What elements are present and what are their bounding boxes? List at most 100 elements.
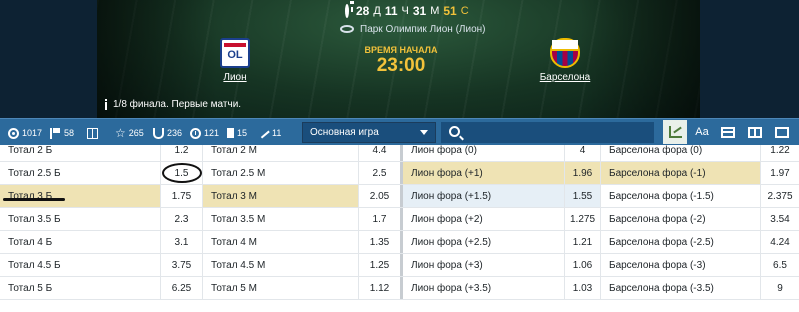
total-under-odds[interactable]: 1.12 [358,277,400,299]
total-under-odds[interactable]: 2.5 [358,162,400,184]
total-under-label-text: Тотал 2.5 М [211,167,266,179]
total-under-odds-text: 1.7 [372,213,387,225]
lyon-logo [220,38,250,68]
layout-single-button[interactable] [716,120,740,144]
start-time: 23:00 [376,55,426,76]
cards-icon [227,128,234,138]
total-over-label-text: Тотал 4.5 Б [8,259,61,271]
total-over-label[interactable]: Тотал 5 Б [0,277,160,299]
total-under-label[interactable]: Тотал 4 М [202,231,358,253]
home-handicap-odds[interactable]: 1.55 [564,185,600,207]
away-handicap-odds[interactable]: 9 [760,277,799,299]
total-under-label[interactable]: Тотал 3.5 М [202,208,358,230]
home-handicap-odds[interactable]: 1.06 [564,254,600,276]
timer-seconds: 51 [443,4,457,18]
away-handicap-label[interactable]: Барселона фора (-3.5) [600,277,760,299]
stat-cup[interactable]: 236 [153,126,182,140]
home-handicap-odds[interactable]: 1.21 [564,231,600,253]
total-over-odds[interactable]: 1.2 [160,145,202,161]
away-handicap-odds[interactable]: 6.5 [760,254,799,276]
layout-split-icon [748,126,762,138]
home-handicap-label[interactable]: Лион фора (0) [400,145,564,161]
total-under-odds[interactable]: 1.25 [358,254,400,276]
home-handicap-odds[interactable]: 1.275 [564,208,600,230]
total-over-label[interactable]: Тотал 4 Б [0,231,160,253]
timer-hours-unit: Ч [401,5,409,17]
home-handicap-label-text: Лион фора (+2.5) [411,236,492,248]
total-over-odds[interactable]: 3.1 [160,231,202,253]
home-handicap-label[interactable]: Лион фора (+2) [400,208,564,230]
away-handicap-odds[interactable]: 1.97 [760,162,799,184]
away-handicap-odds[interactable]: 1.22 [760,145,799,161]
home-team[interactable]: Лион [200,38,270,83]
total-under-odds[interactable]: 1.7 [358,208,400,230]
total-over-label[interactable]: Тотал 2 Б [0,145,160,161]
total-over-label[interactable]: Тотал 4.5 Б [0,254,160,276]
home-handicap-label[interactable]: Лион фора (+1) [400,162,564,184]
home-handicap-label[interactable]: Лион фора (+3) [400,254,564,276]
away-handicap-label[interactable]: Барселона фора (0) [600,145,760,161]
stat-special[interactable]: ☆ 265 [115,126,144,140]
away-handicap-odds[interactable]: 2.375 [760,185,799,207]
away-handicap-odds[interactable]: 4.24 [760,231,799,253]
total-under-odds[interactable]: 4.4 [358,145,400,161]
total-over-label[interactable]: Тотал 3.5 Б [0,208,160,230]
total-under-odds[interactable]: 2.05 [358,185,400,207]
home-handicap-odds[interactable]: 4 [564,145,600,161]
total-under-odds-text: 2.5 [372,167,387,179]
total-under-label[interactable]: Тотал 3 М [202,185,358,207]
total-under-label[interactable]: Тотал 2.5 М [202,162,358,184]
home-handicap-odds-text: 4 [579,145,586,156]
total-over-odds[interactable]: 2.3 [160,208,202,230]
away-handicap-label[interactable]: Барселона фора (-2) [600,208,760,230]
away-handicap-label[interactable]: Барселона фора (-3) [600,254,760,276]
home-handicap-label[interactable]: Лион фора (+1.5) [400,185,564,207]
text-size-button[interactable]: Aa [690,120,714,144]
home-handicap-odds-text: 1.06 [572,259,593,271]
away-handicap-label[interactable]: Барселона фора (-2.5) [600,231,760,253]
total-over-label[interactable]: Тотал 3 Б [0,185,160,207]
stat-corners[interactable]: 58 [50,126,74,140]
total-under-odds[interactable]: 1.35 [358,231,400,253]
home-handicap-label[interactable]: Лион фора (+3.5) [400,277,564,299]
annotation-underline [3,198,65,201]
home-handicap-odds[interactable]: 1.03 [564,277,600,299]
away-handicap-label-text: Барселона фора (-2.5) [609,236,714,248]
total-under-label[interactable]: Тотал 5 М [202,277,358,299]
away-team[interactable]: Барселона [530,38,600,83]
table-row: Тотал 3 Б 1.75 Тотал 3 М 2.05 Лион фора (+1.… [0,185,799,208]
total-under-label[interactable]: Тотал 2 М [202,145,358,161]
field-icon [87,127,98,139]
layout-split-button[interactable] [743,120,767,144]
stat-all[interactable]: 1017 [8,126,42,140]
away-handicap-odds[interactable]: 3.54 [760,208,799,230]
total-over-odds[interactable]: 1.5 [160,162,202,184]
header-right-bg [700,0,799,118]
home-handicap-odds-text: 1.96 [572,167,593,179]
home-handicap-label[interactable]: Лион фора (+2.5) [400,231,564,253]
stat-whistle-count: 11 [272,128,282,138]
away-team-name[interactable]: Барселона [530,72,600,83]
total-over-odds[interactable]: 3.75 [160,254,202,276]
stat-field[interactable] [87,126,101,140]
timer-days: 28 [356,4,370,18]
total-under-label[interactable]: Тотал 4.5 М [202,254,358,276]
total-under-odds-text: 1.25 [369,259,390,271]
away-handicap-label[interactable]: Барселона фора (-1) [600,162,760,184]
flag-icon [50,127,61,139]
stat-whistle[interactable]: 11 [258,126,282,140]
home-handicap-label-text: Лион фора (+1) [411,167,483,179]
search-input[interactable] [441,122,654,143]
market-select-value: Основная игра [310,127,379,138]
home-team-name[interactable]: Лион [200,72,270,83]
home-handicap-odds[interactable]: 1.96 [564,162,600,184]
total-over-label[interactable]: Тотал 2.5 Б [0,162,160,184]
away-handicap-label[interactable]: Барселона фора (-1.5) [600,185,760,207]
chart-view-button[interactable] [663,120,687,144]
market-select[interactable]: Основная игра [302,122,436,143]
layout-full-button[interactable] [770,120,794,144]
stat-cards[interactable]: 15 [227,126,247,140]
stat-time[interactable]: 121 [190,126,219,140]
total-over-odds[interactable]: 6.25 [160,277,202,299]
total-over-odds[interactable]: 1.75 [160,185,202,207]
